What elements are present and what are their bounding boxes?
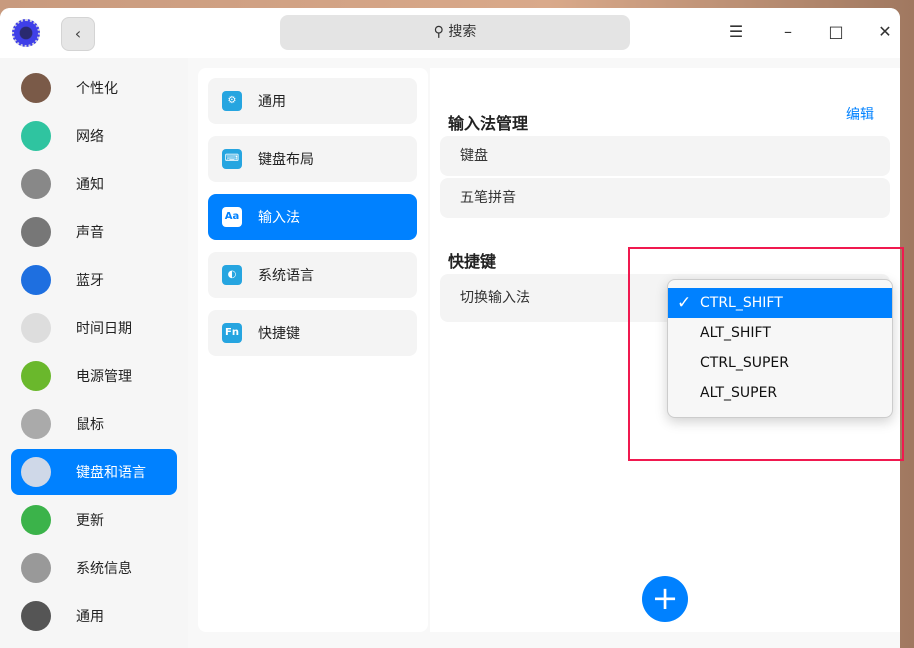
- sidebar-item[interactable]: 声音: [11, 209, 177, 255]
- im-list-item[interactable]: 键盘: [440, 136, 890, 176]
- sidebar-item-label: 网络: [76, 129, 104, 145]
- submenu-item-label: 输入法: [258, 210, 300, 226]
- sidebar-item-icon: [21, 457, 51, 487]
- sidebar-item-icon: [21, 505, 51, 535]
- minimize-button[interactable]: –: [778, 22, 798, 41]
- submenu-item[interactable]: ⚙ 通用: [208, 78, 417, 124]
- switch-im-label: 切换输入法: [460, 290, 530, 306]
- submenu-item-label: 通用: [258, 94, 286, 110]
- sidebar-item-label: 蓝牙: [76, 273, 104, 289]
- sidebar-item[interactable]: 键盘和语言: [11, 449, 177, 495]
- submenu-item-icon: Fn: [222, 323, 242, 343]
- sidebar-item-icon: [21, 601, 51, 631]
- sidebar-item[interactable]: 鼠标: [11, 401, 177, 447]
- menu-button[interactable]: ☰: [726, 22, 746, 41]
- search-input[interactable]: ⚲ 搜索: [280, 15, 630, 50]
- sidebar-item[interactable]: 通知: [11, 161, 177, 207]
- shortcut-title: 快捷键: [448, 252, 497, 271]
- sidebar-item-icon: [21, 409, 51, 439]
- sidebar-item[interactable]: 通用: [11, 593, 177, 639]
- sidebar-item[interactable]: 系统信息: [11, 545, 177, 591]
- im-management-title: 输入法管理: [448, 114, 529, 133]
- maximize-button[interactable]: □: [826, 22, 846, 41]
- sidebar-item-label: 鼠标: [76, 417, 104, 433]
- sidebar-item-icon: [21, 73, 51, 103]
- sidebar-item-label: 通知: [76, 177, 104, 193]
- sidebar-item-icon: [21, 217, 51, 247]
- sidebar-item[interactable]: 更新: [11, 497, 177, 543]
- sidebar-item[interactable]: 蓝牙: [11, 257, 177, 303]
- submenu-item-label: 快捷键: [258, 326, 300, 342]
- dropdown-option[interactable]: ALT_SUPER: [668, 378, 892, 408]
- add-button[interactable]: +: [642, 576, 688, 622]
- check-icon: ✓: [677, 293, 692, 313]
- edit-button[interactable]: 编辑: [846, 104, 874, 124]
- dropdown-option[interactable]: ALT_SHIFT: [668, 318, 892, 348]
- submenu-item[interactable]: ◐ 系统语言: [208, 252, 417, 298]
- sidebar-item[interactable]: 个性化: [11, 65, 177, 111]
- submenu-item[interactable]: ⌨ 键盘布局: [208, 136, 417, 182]
- sidebar-item-label: 电源管理: [76, 369, 132, 385]
- search-placeholder: 搜索: [448, 24, 477, 40]
- submenu-item[interactable]: Aa 输入法: [208, 194, 417, 240]
- im-list-item[interactable]: 五笔拼音: [440, 178, 890, 218]
- submenu-item-label: 系统语言: [258, 268, 314, 284]
- sidebar-item-label: 系统信息: [76, 561, 132, 577]
- sidebar-item-icon: [21, 121, 51, 151]
- sidebar-item-icon: [21, 361, 51, 391]
- sidebar-item[interactable]: 时间日期: [11, 305, 177, 351]
- sidebar-item-label: 个性化: [76, 81, 118, 97]
- sidebar-item-label: 更新: [76, 513, 104, 529]
- sidebar-item-icon: [21, 169, 51, 199]
- submenu-item-icon: Aa: [222, 207, 242, 227]
- search-icon: ⚲: [433, 24, 449, 40]
- sidebar-item[interactable]: 电源管理: [11, 353, 177, 399]
- sidebar: 个性化网络通知声音蓝牙时间日期电源管理鼠标键盘和语言更新系统信息通用: [0, 58, 188, 648]
- dropdown-option[interactable]: CTRL_SUPER: [668, 348, 892, 378]
- sidebar-item-icon: [21, 313, 51, 343]
- submenu-item-label: 键盘布局: [258, 152, 314, 168]
- submenu-item[interactable]: Fn 快捷键: [208, 310, 417, 356]
- sidebar-item-label: 键盘和语言: [76, 465, 146, 481]
- titlebar: ‹ ⚲ 搜索 ☰ – □ ✕: [0, 8, 900, 58]
- submenu-item-icon: ⌨: [222, 149, 242, 169]
- sidebar-item-icon: [21, 265, 51, 295]
- sidebar-item-label: 时间日期: [76, 321, 132, 337]
- sidebar-item-label: 通用: [76, 609, 104, 625]
- keyboard-submenu: ⚙ 通用 ⌨ 键盘布局 Aa 输入法 ◐ 系统语言 Fn 快捷键: [198, 68, 428, 632]
- back-button[interactable]: ‹: [61, 17, 95, 51]
- sidebar-item-icon: [21, 553, 51, 583]
- sidebar-item-label: 声音: [76, 225, 104, 241]
- dropdown-option[interactable]: ✓ CTRL_SHIFT: [668, 288, 892, 318]
- sidebar-item[interactable]: 网络: [11, 113, 177, 159]
- submenu-item-icon: ◐: [222, 265, 242, 285]
- control-center-logo-icon: [12, 19, 40, 47]
- submenu-item-icon: ⚙: [222, 91, 242, 111]
- shortcut-dropdown[interactable]: ✓ CTRL_SHIFT ALT_SHIFT CTRL_SUPER ALT_SUP…: [667, 279, 893, 418]
- close-button[interactable]: ✕: [875, 22, 895, 41]
